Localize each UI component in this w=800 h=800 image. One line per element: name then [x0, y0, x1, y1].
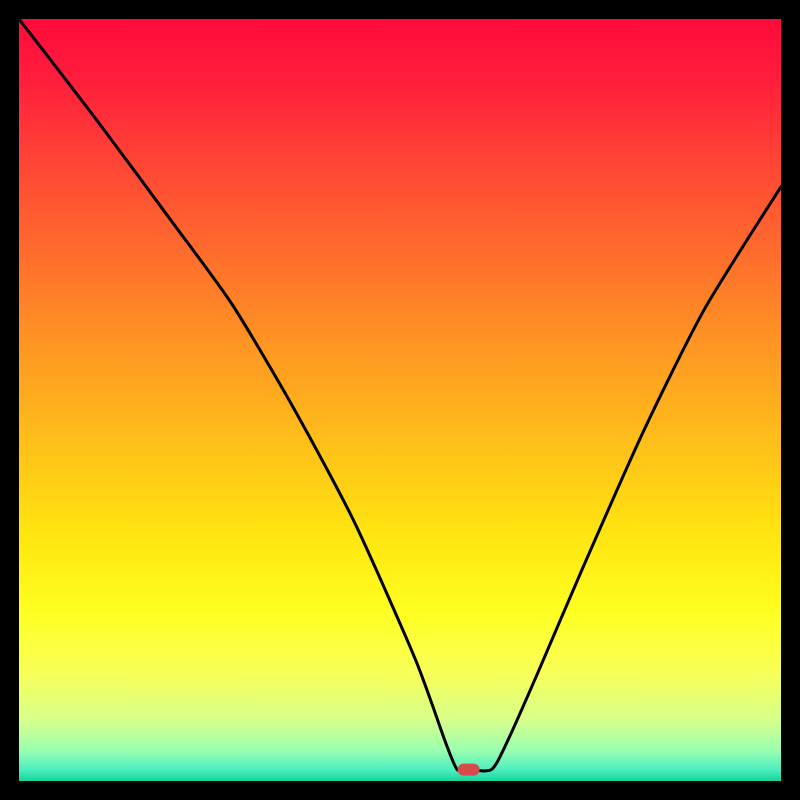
chart-frame: TheBottleneck.com: [19, 19, 781, 781]
min-marker: [458, 764, 480, 776]
bottleneck-chart: [19, 19, 781, 781]
gradient-background: [19, 19, 781, 781]
